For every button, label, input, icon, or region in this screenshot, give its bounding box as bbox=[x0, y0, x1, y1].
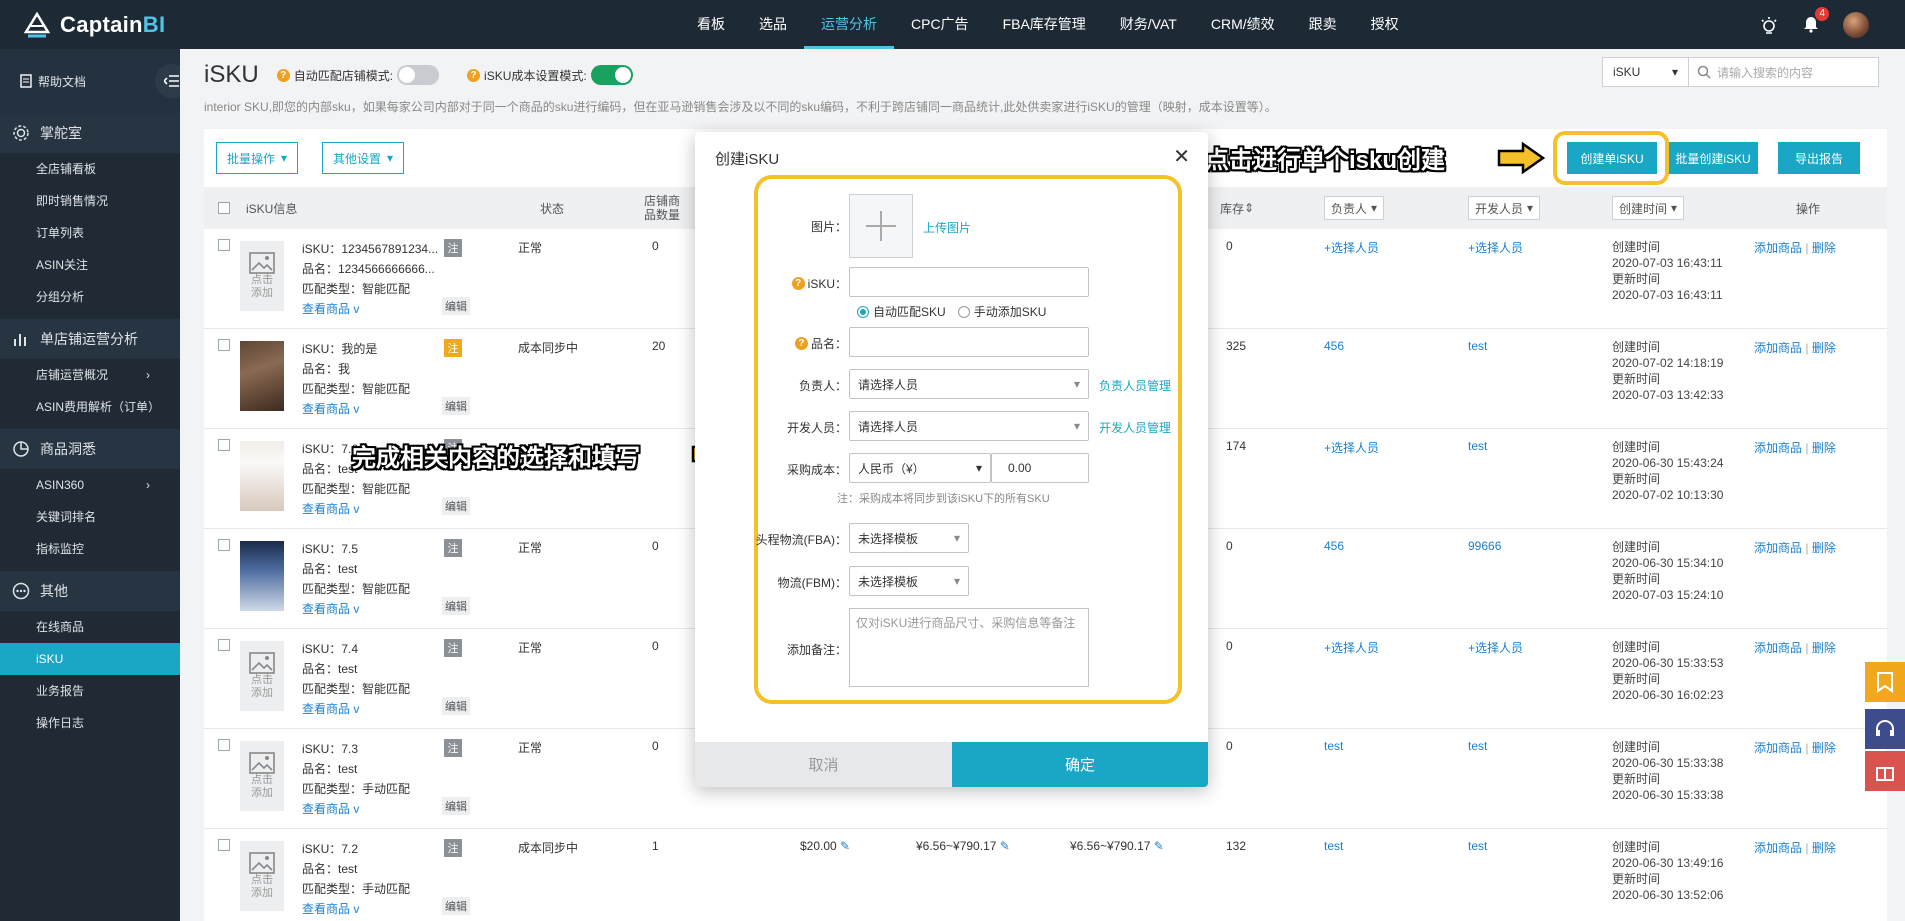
help-icon[interactable]: ? bbox=[794, 337, 808, 350]
fbm-label: 物流(FBM)： bbox=[777, 576, 847, 590]
match-radio-group: 自动匹配SKU 手动添加SKU bbox=[857, 303, 1046, 320]
owner-select[interactable]: 请选择人员 ▾ bbox=[849, 369, 1089, 399]
fbm-template-select[interactable]: 未选择模板 ▾ bbox=[849, 566, 969, 596]
cost-note: 注：采购成本将同步到该iSKU下的所有SKU bbox=[837, 493, 1050, 505]
fba-template-value: 未选择模板 bbox=[858, 531, 919, 546]
plus-icon bbox=[866, 211, 896, 241]
confirm-button[interactable]: 确定 bbox=[952, 742, 1208, 787]
fba-template-select[interactable]: 未选择模板 ▾ bbox=[849, 523, 969, 553]
purchase-cost-input[interactable]: 0.00 bbox=[991, 453, 1089, 483]
upload-image-link[interactable]: 上传图片 bbox=[923, 219, 971, 236]
image-upload-box[interactable] bbox=[849, 194, 913, 258]
owner-label: 负责人： bbox=[798, 379, 847, 393]
developer-label: 开发人员： bbox=[786, 421, 847, 435]
create-isku-modal: 创建iSKU ✕ 图片： 上传图片 ? iSKU： 自动匹配SKU 手动添加SK… bbox=[695, 132, 1208, 787]
image-label: 图片： bbox=[810, 220, 847, 234]
owner-placeholder: 请选择人员 bbox=[858, 377, 919, 392]
isku-label: iSKU： bbox=[807, 277, 847, 291]
remark-label: 添加备注： bbox=[786, 643, 847, 657]
radio-manual-label: 手动添加SKU bbox=[973, 305, 1047, 319]
caret-down-icon: ▾ bbox=[975, 461, 982, 475]
radio-auto-match[interactable]: 自动匹配SKU bbox=[857, 303, 946, 320]
currency-value: 人民币（¥） bbox=[858, 461, 925, 476]
fba-label: 头程物流(FBA)： bbox=[755, 533, 847, 547]
owner-manage-link[interactable]: 负责人员管理 bbox=[1099, 377, 1171, 394]
fbm-template-value: 未选择模板 bbox=[858, 574, 919, 589]
remark-textarea[interactable]: 仅对iSKU进行商品尺寸、采购信息等备注 bbox=[849, 608, 1089, 687]
developer-manage-link[interactable]: 开发人员管理 bbox=[1099, 419, 1171, 436]
close-icon[interactable]: ✕ bbox=[1173, 144, 1190, 169]
help-icon[interactable]: ? bbox=[791, 277, 805, 290]
currency-select[interactable]: 人民币（¥） ▾ bbox=[849, 453, 991, 483]
caret-down-icon: ▾ bbox=[953, 574, 960, 588]
purchase-cost-label: 采购成本： bbox=[786, 463, 847, 477]
remark-placeholder: 仅对iSKU进行商品尺寸、采购信息等备注 bbox=[856, 616, 1076, 630]
product-name-label: 品名： bbox=[810, 337, 847, 351]
radio-auto-label: 自动匹配SKU bbox=[873, 305, 946, 319]
isku-input[interactable] bbox=[849, 267, 1089, 297]
caret-down-icon: ▾ bbox=[1073, 377, 1080, 391]
caret-down-icon: ▾ bbox=[953, 531, 960, 545]
radio-manual-add[interactable]: 手动添加SKU bbox=[957, 303, 1047, 320]
purchase-cost-value: 0.00 bbox=[1008, 461, 1032, 475]
product-name-input[interactable] bbox=[849, 327, 1089, 357]
modal-title: 创建iSKU bbox=[715, 151, 780, 168]
cancel-button[interactable]: 取消 bbox=[695, 742, 952, 787]
developer-select[interactable]: 请选择人员 ▾ bbox=[849, 411, 1089, 441]
caret-down-icon: ▾ bbox=[1073, 419, 1080, 433]
developer-placeholder: 请选择人员 bbox=[858, 419, 919, 434]
